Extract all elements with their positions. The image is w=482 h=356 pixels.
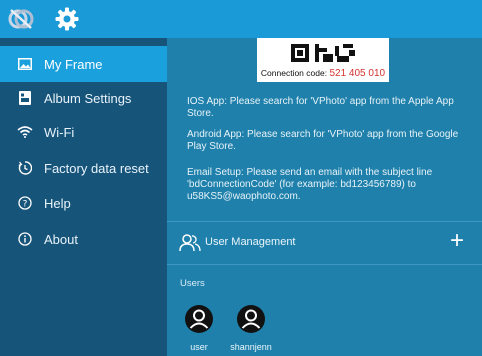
gear-icon[interactable] (54, 6, 80, 32)
album-icon (17, 90, 33, 106)
sidebar-item-label: Wi-Fi (44, 124, 75, 140)
sidebar-item-about[interactable]: About (0, 221, 167, 257)
connection-code-value: 521 405 010 (329, 68, 386, 79)
android-instructions: Android App: Please search for 'VPhoto' … (187, 129, 459, 152)
wifi-icon (17, 124, 33, 140)
users-heading: Users (180, 278, 205, 289)
main-content: Connection code: 521 405 010 IOS App: Pl… (167, 38, 482, 356)
sidebar-item-album-settings[interactable]: Album Settings (0, 80, 167, 116)
sidebar-item-my-frame[interactable]: My Frame (0, 46, 167, 82)
qr-code (287, 40, 359, 66)
photo-off-icon[interactable] (8, 7, 34, 31)
info-icon (17, 231, 33, 247)
sidebar-item-factory-reset[interactable]: Factory data reset (0, 150, 167, 186)
sidebar-item-label: Factory data reset (44, 160, 149, 176)
sidebar: My Frame Album Settings Wi-Fi Factory da… (0, 38, 167, 356)
divider (167, 264, 482, 265)
avatar-icon (185, 305, 213, 333)
sidebar-item-label: My Frame (44, 56, 103, 72)
sidebar-item-help[interactable]: ? Help (0, 185, 167, 221)
avatar-icon (237, 305, 265, 333)
user-name: shannjenn (230, 342, 272, 352)
user-name: user (190, 342, 208, 352)
user-item[interactable]: user (169, 304, 229, 352)
sidebar-item-label: Help (44, 195, 71, 211)
sidebar-item-label: Album Settings (44, 90, 132, 106)
connection-code-label: Connection code: (260, 68, 328, 78)
users-icon (179, 234, 201, 252)
email-instructions: Email Setup: Please send an email with t… (187, 167, 433, 202)
user-item[interactable]: shannjenn (221, 304, 281, 352)
top-bar (0, 0, 482, 38)
reset-icon (17, 160, 33, 176)
user-management-row: User Management + (167, 226, 482, 262)
connection-code-line: Connection code: 521 405 010 (257, 68, 389, 79)
ios-instructions: IOS App: Please search for 'VPhoto' app … (187, 96, 454, 119)
user-management-title: User Management (205, 236, 296, 248)
divider (167, 221, 482, 222)
image-icon (17, 56, 33, 72)
help-icon: ? (17, 195, 33, 211)
sidebar-item-wifi[interactable]: Wi-Fi (0, 114, 167, 150)
add-user-button[interactable]: + (446, 229, 468, 253)
svg-text:?: ? (23, 199, 28, 209)
connection-qr-card: Connection code: 521 405 010 (257, 38, 389, 82)
sidebar-item-label: About (44, 231, 78, 247)
